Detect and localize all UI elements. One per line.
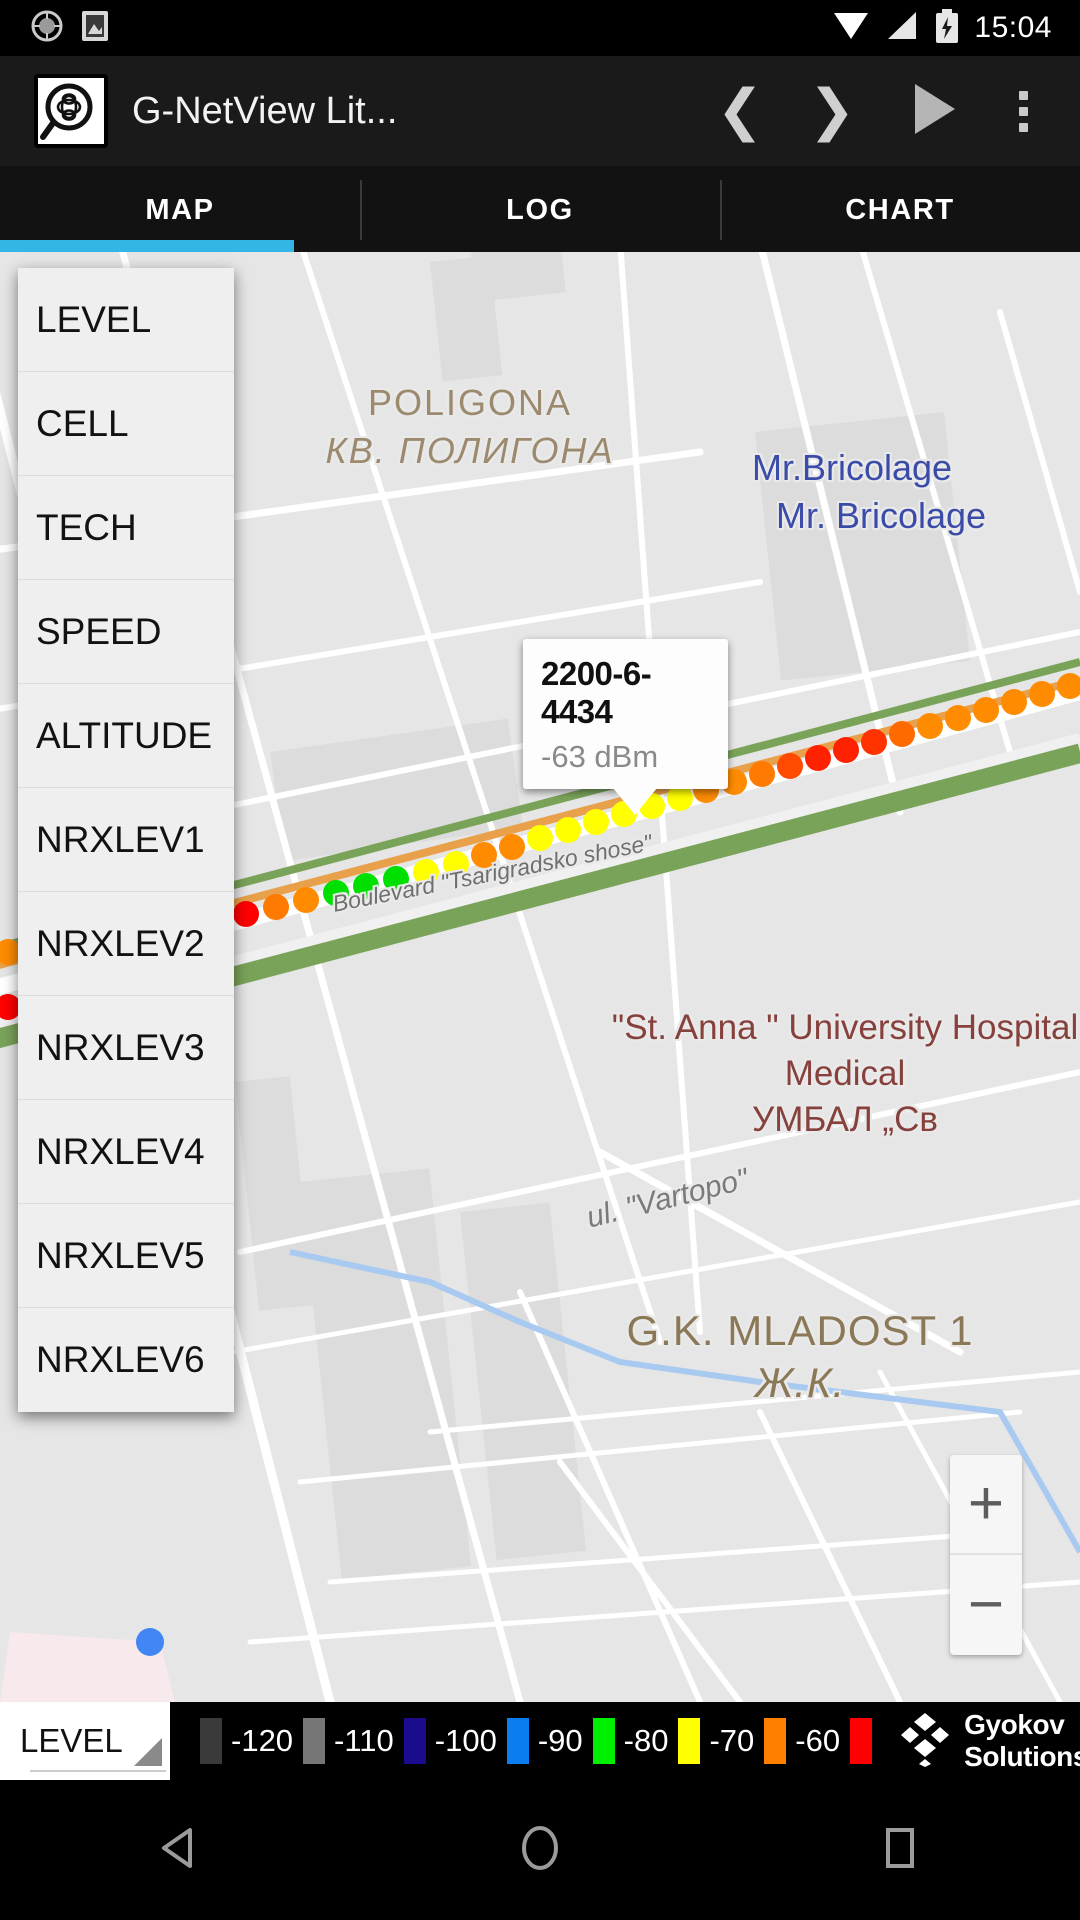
menu-item-label: TECH bbox=[36, 506, 137, 548]
legend-entry: -120 bbox=[200, 1718, 303, 1764]
spinner-underline bbox=[30, 1770, 166, 1772]
tab-chart-label: CHART bbox=[845, 193, 955, 226]
square-icon bbox=[880, 1825, 920, 1876]
menu-item-label: NRXLEV4 bbox=[36, 1130, 205, 1172]
legend-entry: -110 bbox=[303, 1718, 404, 1764]
legend-swatch bbox=[303, 1718, 326, 1764]
metric-spinner[interactable]: LEVEL bbox=[0, 1702, 170, 1780]
screenshot-icon bbox=[30, 9, 64, 48]
legend-swatch bbox=[506, 1718, 529, 1764]
chevron-left-icon: ❮ bbox=[716, 78, 764, 143]
home-button[interactable] bbox=[360, 1822, 720, 1879]
status-bar-indicators: 15:04 bbox=[832, 8, 1080, 49]
legend-scale: -120 -110 -100 -90 -80 -70 -60 Gyokov So… bbox=[200, 1709, 1080, 1773]
menu-item-level[interactable]: LEVEL bbox=[18, 268, 234, 372]
tab-log-label: LOG bbox=[506, 193, 574, 226]
previous-button[interactable]: ❮ bbox=[694, 56, 786, 166]
app-bar-actions: ❮ ❯ bbox=[694, 56, 1080, 166]
gnetview-logo-icon[interactable] bbox=[34, 74, 108, 148]
recents-button[interactable] bbox=[720, 1825, 1080, 1876]
zoom-in-button[interactable]: + bbox=[950, 1455, 1022, 1555]
legend-value: -60 bbox=[795, 1723, 841, 1758]
legend-swatch bbox=[850, 1718, 873, 1764]
gyokov-diamond-icon bbox=[898, 1711, 952, 1772]
battery-charging-icon bbox=[934, 8, 960, 49]
menu-item-label: NRXLEV2 bbox=[36, 922, 205, 964]
status-bar-notifications bbox=[0, 9, 110, 48]
legend-swatch bbox=[764, 1718, 787, 1764]
phone-screen: 15:04 G-NetView Lit... ❮ ❯ MAP LOG CHART… bbox=[0, 0, 1080, 1920]
tab-map-label: MAP bbox=[145, 193, 215, 226]
metric-dropdown-menu[interactable]: LEVEL CELL TECH SPEED ALTITUDE NRXLEV1 N… bbox=[18, 268, 234, 1412]
legend-value: -120 bbox=[231, 1723, 294, 1758]
map-info-popup[interactable]: 2200-6-4434 -63 dBm bbox=[523, 639, 728, 815]
menu-item-nrxlev6[interactable]: NRXLEV6 bbox=[18, 1308, 234, 1412]
menu-item-nrxlev4[interactable]: NRXLEV4 bbox=[18, 1100, 234, 1204]
map-zoom-controls: + − bbox=[950, 1455, 1022, 1655]
chevron-right-icon: ❯ bbox=[808, 78, 856, 143]
popup-pointer bbox=[613, 788, 657, 815]
legend-value: -110 bbox=[334, 1723, 394, 1758]
legend-swatch bbox=[592, 1718, 615, 1764]
triangle-left-icon bbox=[158, 1824, 202, 1877]
back-button[interactable] bbox=[0, 1824, 360, 1877]
menu-item-label: NRXLEV3 bbox=[36, 1026, 205, 1068]
menu-item-nrxlev5[interactable]: NRXLEV5 bbox=[18, 1204, 234, 1308]
tab-selected-indicator bbox=[0, 240, 294, 252]
status-bar-clock: 15:04 bbox=[974, 11, 1052, 44]
menu-item-nrxlev3[interactable]: NRXLEV3 bbox=[18, 996, 234, 1100]
system-nav-bar bbox=[0, 1780, 1080, 1920]
menu-item-tech[interactable]: TECH bbox=[18, 476, 234, 580]
legend-value: -90 bbox=[537, 1723, 583, 1758]
menu-item-label: CELL bbox=[36, 402, 129, 444]
legend-value: -70 bbox=[709, 1723, 755, 1758]
wifi-icon bbox=[832, 9, 870, 48]
menu-item-label: NRXLEV1 bbox=[36, 818, 205, 860]
status-bar: 15:04 bbox=[0, 0, 1080, 56]
legend-entry: -80 bbox=[592, 1718, 679, 1764]
popup-signal-level: -63 dBm bbox=[541, 739, 659, 774]
page-title: G-NetView Lit... bbox=[132, 89, 398, 132]
menu-item-nrxlev1[interactable]: NRXLEV1 bbox=[18, 788, 234, 892]
legend-swatch bbox=[200, 1718, 222, 1764]
menu-item-label: NRXLEV6 bbox=[36, 1339, 205, 1380]
zoom-out-button[interactable]: − bbox=[950, 1555, 1022, 1655]
menu-item-label: LEVEL bbox=[36, 298, 152, 340]
overflow-menu-button[interactable] bbox=[988, 56, 1080, 166]
popup-cell-id: 2200-6-4434 bbox=[541, 655, 652, 730]
legend-entry: -100 bbox=[403, 1718, 507, 1764]
menu-item-label: ALTITUDE bbox=[36, 714, 213, 756]
tab-chart[interactable]: CHART bbox=[720, 166, 1080, 254]
legend-value: -80 bbox=[623, 1723, 669, 1758]
brand-name: Gyokov Solutions bbox=[964, 1709, 1080, 1772]
menu-item-cell[interactable]: CELL bbox=[18, 372, 234, 476]
menu-item-altitude[interactable]: ALTITUDE bbox=[18, 684, 234, 788]
app-bar: G-NetView Lit... ❮ ❯ bbox=[0, 56, 1080, 166]
legend-entry bbox=[850, 1718, 873, 1764]
image-icon bbox=[80, 9, 110, 48]
metric-spinner-value: LEVEL bbox=[20, 1722, 123, 1759]
next-button[interactable]: ❯ bbox=[786, 56, 878, 166]
menu-item-speed[interactable]: SPEED bbox=[18, 580, 234, 684]
more-vertical-icon bbox=[1018, 90, 1050, 132]
brand-attribution: Gyokov Solutions bbox=[898, 1709, 1080, 1773]
menu-item-label: SPEED bbox=[36, 610, 162, 652]
chevron-down-icon bbox=[134, 1738, 162, 1766]
legend-entry: -70 bbox=[678, 1718, 764, 1764]
menu-item-nrxlev2[interactable]: NRXLEV2 bbox=[18, 892, 234, 996]
legend-swatch bbox=[678, 1718, 701, 1764]
legend-value: -100 bbox=[434, 1723, 497, 1758]
legend-swatch bbox=[403, 1718, 426, 1764]
circle-icon bbox=[517, 1822, 563, 1879]
tab-log[interactable]: LOG bbox=[360, 166, 720, 254]
signal-icon bbox=[884, 9, 920, 48]
play-button[interactable] bbox=[878, 56, 988, 166]
legend-entry: -90 bbox=[506, 1718, 593, 1764]
play-icon bbox=[907, 80, 959, 143]
menu-item-label: NRXLEV5 bbox=[36, 1234, 205, 1276]
legend-entry: -60 bbox=[764, 1718, 850, 1764]
